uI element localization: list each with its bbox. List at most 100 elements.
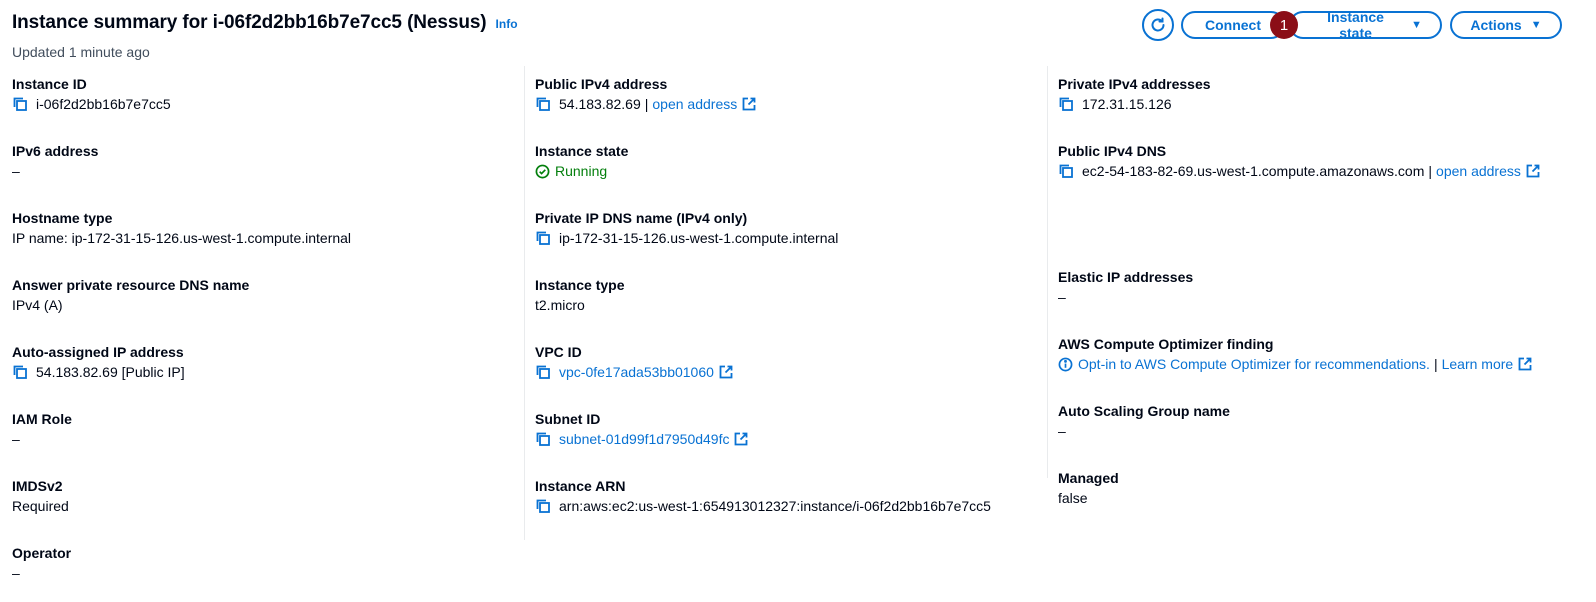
step-badge: 1 — [1270, 11, 1298, 39]
private-dns-value: ip-172-31-15-126.us-west-1.compute.inter… — [559, 230, 839, 246]
open-address-link[interactable]: open address — [1436, 161, 1521, 181]
field-label: Public IPv4 address — [535, 76, 668, 92]
field-label: Instance state — [535, 143, 629, 159]
field-auto-scaling-group: Auto Scaling Group name – — [1058, 401, 1588, 460]
field-elastic-ip: Elastic IP addresses – — [1058, 267, 1588, 326]
field-auto-assigned-ip: Auto-assigned IP address 54.183.82.69 [P… — [12, 342, 512, 401]
field-subnet-id: Subnet ID subnet-01d99f1d7950d49fc — [535, 409, 1035, 468]
field-label: IPv6 address — [12, 143, 99, 159]
copy-icon[interactable] — [535, 96, 551, 112]
field-label: VPC ID — [535, 344, 582, 360]
external-link-icon — [1526, 164, 1540, 178]
field-label: Private IPv4 addresses — [1058, 76, 1211, 92]
copy-icon[interactable] — [535, 364, 551, 380]
details-column-3: Private IPv4 addresses 172.31.15.126 Pub… — [1058, 66, 1588, 527]
ipv6-value: – — [12, 163, 20, 179]
field-instance-type: Instance type t2.micro — [535, 275, 1035, 334]
field-label: Managed — [1058, 470, 1119, 486]
actions-label: Actions — [1470, 17, 1522, 33]
field-imdsv2: IMDSv2 Required — [12, 476, 512, 535]
page-title: Instance summary for i-06f2d2bb16b7e7cc5… — [12, 12, 487, 33]
copy-icon[interactable] — [535, 498, 551, 514]
field-label: Answer private resource DNS name — [12, 277, 250, 293]
field-label: Private IP DNS name (IPv4 only) — [535, 210, 748, 226]
learn-more-link[interactable]: Learn more — [1442, 354, 1514, 374]
copy-icon[interactable] — [12, 364, 28, 380]
auto-ip-value: 54.183.82.69 [Public IP] — [36, 364, 185, 380]
field-label: Public IPv4 DNS — [1058, 143, 1167, 159]
copy-icon[interactable] — [1058, 96, 1074, 112]
field-hostname-type: Hostname type IP name: ip-172-31-15-126.… — [12, 208, 512, 267]
field-label: Subnet ID — [535, 411, 601, 427]
vpc-id-link[interactable]: vpc-0fe17ada53bb01060 — [559, 362, 714, 382]
copy-icon[interactable] — [1058, 163, 1074, 179]
external-link-icon — [742, 97, 756, 111]
instance-type-value: t2.micro — [535, 297, 585, 313]
external-link-icon — [1518, 357, 1532, 371]
details-column-1: Instance ID i-06f2d2bb16b7e7cc5 IPv6 add… — [12, 66, 512, 602]
column-divider — [524, 66, 525, 540]
column-divider — [1047, 66, 1048, 478]
hostname-type-value: IP name: ip-172-31-15-126.us-west-1.comp… — [12, 230, 352, 246]
updated-timestamp: Updated 1 minute ago — [12, 44, 150, 60]
field-label: IMDSv2 — [12, 478, 63, 494]
public-dns-value: ec2-54-183-82-69.us-west-1.compute.amazo… — [1082, 163, 1425, 179]
field-private-ipv4: Private IPv4 addresses 172.31.15.126 — [1058, 74, 1588, 133]
operator-value: – — [12, 565, 20, 581]
field-label: Instance type — [535, 277, 625, 293]
open-address-link[interactable]: open address — [652, 94, 737, 114]
refresh-icon — [1151, 17, 1165, 32]
elastic-ip-value: – — [1058, 289, 1066, 305]
caret-down-icon: ▼ — [1411, 19, 1422, 31]
field-label: Auto-assigned IP address — [12, 344, 184, 360]
copy-icon[interactable] — [12, 96, 28, 112]
copy-icon[interactable] — [535, 431, 551, 447]
field-instance-state: Instance state Running — [535, 141, 1035, 200]
details-column-2: Public IPv4 address 54.183.82.69 | open … — [535, 66, 1035, 535]
instance-state-button[interactable]: Instance state ▼ — [1289, 9, 1442, 41]
field-instance-id: Instance ID i-06f2d2bb16b7e7cc5 — [12, 74, 512, 133]
field-managed: Managed false — [1058, 468, 1588, 527]
info-icon — [1058, 357, 1073, 371]
asg-value: – — [1058, 423, 1066, 439]
actions-button[interactable]: Actions ▼ — [1450, 11, 1562, 39]
optimizer-opt-in-link[interactable]: Opt-in to AWS Compute Optimizer for reco… — [1078, 354, 1430, 374]
field-private-dns: Private IP DNS name (IPv4 only) ip-172-3… — [535, 208, 1035, 267]
refresh-button[interactable] — [1142, 9, 1174, 41]
field-compute-optimizer: AWS Compute Optimizer finding Opt-in to … — [1058, 334, 1588, 393]
field-label: Elastic IP addresses — [1058, 269, 1194, 285]
field-ipv6: IPv6 address – — [12, 141, 512, 200]
page-header: Instance summary for i-06f2d2bb16b7e7cc5… — [12, 12, 518, 60]
subnet-id-link[interactable]: subnet-01d99f1d7950d49fc — [559, 429, 729, 449]
field-label: Operator — [12, 545, 72, 561]
separator: | — [1428, 163, 1433, 179]
imdsv2-value: Required — [12, 498, 69, 514]
header-actions: Connect Instance state ▼ Actions ▼ — [1142, 9, 1562, 41]
iam-role-value: – — [12, 431, 20, 447]
field-public-dns: Public IPv4 DNS ec2-54-183-82-69.us-west… — [1058, 141, 1588, 200]
public-ip-value: 54.183.82.69 — [559, 96, 641, 112]
field-instance-arn: Instance ARN arn:aws:ec2:us-west-1:65491… — [535, 476, 1035, 535]
instance-arn-value: arn:aws:ec2:us-west-1:654913012327:insta… — [559, 498, 991, 514]
caret-down-icon: ▼ — [1530, 19, 1542, 31]
field-label: Instance ID — [12, 76, 87, 92]
instance-state-label: Instance state — [1327, 9, 1384, 41]
field-iam-role: IAM Role – — [12, 409, 512, 468]
private-ip-value: 172.31.15.126 — [1082, 96, 1172, 112]
field-operator: Operator – — [12, 543, 512, 602]
field-label: Auto Scaling Group name — [1058, 403, 1230, 419]
instance-state-value: Running — [555, 163, 608, 179]
field-label: IAM Role — [12, 411, 72, 427]
instance-id-value: i-06f2d2bb16b7e7cc5 — [36, 96, 171, 112]
empty-slot — [1058, 200, 1588, 259]
field-vpc-id: VPC ID vpc-0fe17ada53bb01060 — [535, 342, 1035, 401]
copy-icon[interactable] — [535, 230, 551, 246]
answer-dns-value: IPv4 (A) — [12, 297, 63, 313]
info-link[interactable]: Info — [496, 17, 518, 31]
field-label: Instance ARN — [535, 478, 626, 494]
field-label: AWS Compute Optimizer finding — [1058, 336, 1274, 352]
separator: | — [644, 96, 649, 112]
check-circle-icon — [535, 164, 550, 178]
field-public-ipv4: Public IPv4 address 54.183.82.69 | open … — [535, 74, 1035, 133]
managed-value: false — [1058, 490, 1088, 506]
